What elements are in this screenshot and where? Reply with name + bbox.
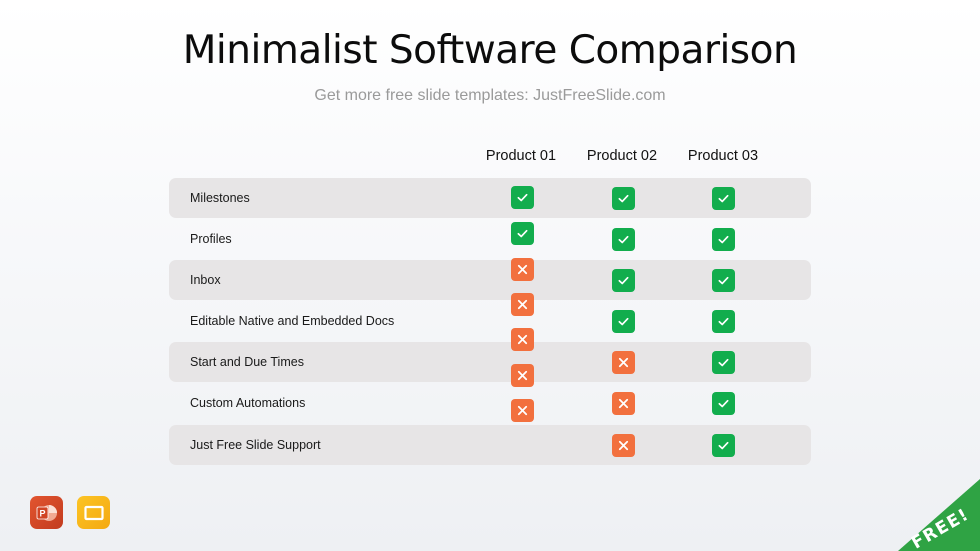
x-icon [511,328,534,351]
row-label: Start and Due Times [190,355,304,369]
check-icon [712,434,735,457]
x-icon [511,293,534,316]
x-icon [612,392,635,415]
row-label: Profiles [190,232,232,246]
slide-subtitle: Get more free slide templates: JustFreeS… [314,87,666,104]
x-icon [511,258,534,281]
x-icon [511,399,534,422]
x-icon [511,364,534,387]
free-ribbon: FREE! [850,471,980,551]
check-icon [712,187,735,210]
check-icon [712,269,735,292]
google-slides-icon[interactable] [77,496,110,529]
check-icon [712,310,735,333]
row-label: Milestones [190,191,250,205]
row-label: Inbox [190,273,221,287]
check-icon [612,310,635,333]
row-label: Custom Automations [190,396,306,410]
check-icon [712,228,735,251]
check-icon [511,222,534,245]
powerpoint-icon[interactable]: P [30,496,63,529]
row-label: Editable Native and Embedded Docs [190,314,395,328]
x-icon [612,434,635,457]
svg-text:P: P [39,508,45,518]
check-icon [612,269,635,292]
check-icon [712,351,735,374]
column-header-product-01: Product 01 [485,148,557,164]
check-icon [712,392,735,415]
check-icon [511,186,534,209]
slide-title: Minimalist Software Comparison [182,28,798,73]
column-header-product-03: Product 03 [687,148,759,164]
row-label: Just Free Slide Support [190,438,321,452]
column-header-product-02: Product 02 [586,148,658,164]
check-icon [612,187,635,210]
x-icon [612,351,635,374]
check-icon [612,228,635,251]
